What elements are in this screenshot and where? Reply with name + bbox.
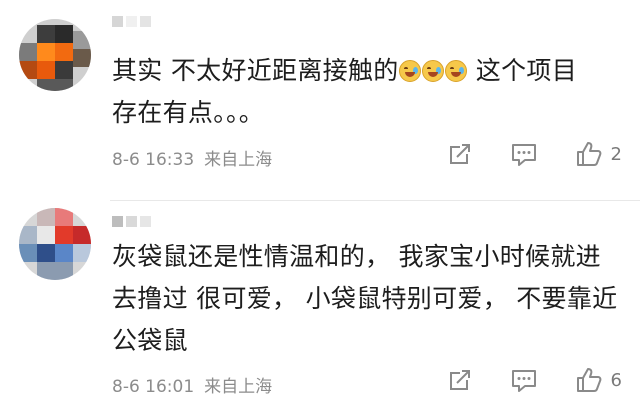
avatar[interactable] [19,208,91,280]
reply-button[interactable] [510,141,538,167]
comment-actions: 2 [447,140,622,168]
comment-text-part: 其实 不太好近距离接触的 [112,56,399,85]
comment-feed: 其实 不太好近距离接触的 这个项目存在有点。。。 8-6 16:33 来自上海 [0,0,640,415]
laugh-cry-emoji-icon [444,60,467,82]
username-redacted[interactable] [112,12,154,27]
like-button[interactable]: 2 [575,140,622,168]
comment-actions: 6 [447,366,622,394]
reply-button[interactable] [510,367,538,393]
thumbs-up-icon [576,142,601,166]
like-button[interactable]: 6 [575,366,622,394]
laugh-cry-emoji-icon [398,60,421,82]
share-button[interactable] [447,141,473,167]
comment-item: 其实 不太好近距离接触的 这个项目存在有点。。。 8-6 16:33 来自上海 [0,0,640,200]
comment-location: 来自上海 [204,150,273,170]
share-icon [449,144,470,164]
laugh-cry-emoji-icon [421,60,444,82]
comment-text: 其实 不太好近距离接触的 这个项目存在有点。。。 [112,50,624,134]
share-icon [449,370,470,390]
thumbs-up-icon [576,368,601,392]
like-count: 6 [610,369,622,391]
comment-date: 8-6 16:01 [112,377,195,397]
share-button[interactable] [447,367,473,393]
comment-location: 来自上海 [204,377,273,397]
comment-date: 8-6 16:33 [112,150,195,170]
like-count: 2 [610,143,622,165]
comment-text-part: 这个项目 [467,56,578,85]
comment-icon [511,144,536,166]
comment-text-part: 存在有点。。。 [112,98,265,127]
comment-meta: 8-6 16:01 来自上海 [112,372,282,397]
avatar[interactable] [19,19,91,91]
username-redacted[interactable] [112,212,154,227]
comment-icon [511,370,536,392]
comment-meta: 8-6 16:33 来自上海 [112,145,282,170]
comment-text: 灰袋鼠还是性情温和的， 我家宝小时候就进去撸过 很可爱， 小袋鼠特别可爱， 不要… [112,242,618,355]
